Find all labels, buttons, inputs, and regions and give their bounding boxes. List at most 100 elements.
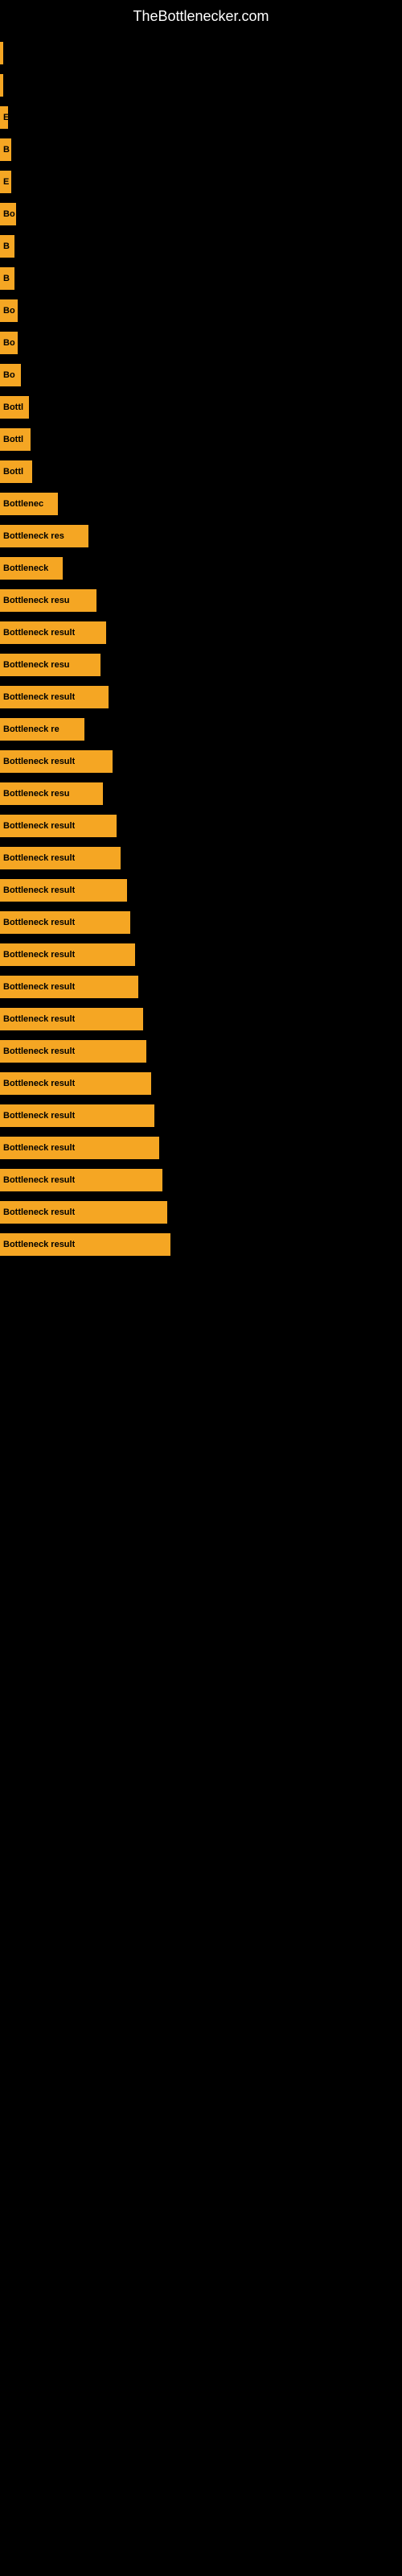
bar-label: Bottleneck re (3, 724, 59, 734)
bar-row: Bottleneck resu (0, 584, 402, 617)
bar-label: E (3, 113, 8, 122)
bar-row: B (0, 262, 402, 295)
bar-label: Bo (3, 306, 15, 316)
bar-row: Bottleneck result (0, 1132, 402, 1164)
bar-item: Bottleneck result (0, 1072, 151, 1095)
bar-label: Bottl (3, 467, 23, 477)
bar-label: Bottleneck result (3, 1208, 75, 1217)
bar-item: Bottleneck result (0, 847, 121, 869)
bar-item: Bo (0, 332, 18, 354)
bar-label: Bottleneck resu (3, 660, 70, 670)
bar-label: Bottleneck result (3, 757, 75, 766)
bar-row: Bottleneck result (0, 1196, 402, 1228)
bar-label: Bottleneck result (3, 1143, 75, 1153)
bar-row: Bottleneck result (0, 1003, 402, 1035)
bar-row: Bottleneck resu (0, 649, 402, 681)
bar-row: E (0, 101, 402, 134)
bar-item: B (0, 138, 11, 161)
bar-label: Bottl (3, 402, 23, 412)
bar-row: Bottleneck result (0, 681, 402, 713)
bar-row: Bottleneck result (0, 1100, 402, 1132)
bar-item: Bottleneck result (0, 1169, 162, 1191)
bar-row: Bottlenec (0, 488, 402, 520)
bar-row: Bottleneck result (0, 1228, 402, 1261)
bar-label: Bottleneck resu (3, 596, 70, 605)
bar-label: Bottleneck result (3, 1046, 75, 1056)
bar-item: Bottleneck (0, 557, 63, 580)
bar-label: Bottleneck result (3, 1079, 75, 1088)
bar-label: Bottleneck result (3, 853, 75, 863)
bar-item: Bottlenec (0, 493, 58, 515)
bar-row: Bottleneck result (0, 971, 402, 1003)
bar-label: Bottleneck result (3, 692, 75, 702)
bar-item: Bottleneck result (0, 750, 113, 773)
bar-item (0, 74, 3, 97)
site-title: TheBottlenecker.com (0, 0, 402, 29)
bar-row: Bottl (0, 391, 402, 423)
bar-row: Bottleneck result (0, 617, 402, 649)
bar-label: Bottleneck result (3, 918, 75, 927)
bar-item: Bottleneck result (0, 879, 127, 902)
bar-label: Bottleneck result (3, 886, 75, 895)
bar-item: Bottleneck re (0, 718, 84, 741)
bar-item: Bo (0, 299, 18, 322)
bar-item: Bottleneck result (0, 911, 130, 934)
bar-label: Bottlenec (3, 499, 43, 509)
bar-item: Bottleneck result (0, 976, 138, 998)
bar-row: Bottleneck result (0, 745, 402, 778)
bar-label: Bottleneck (3, 564, 48, 573)
bar-item: Bottleneck result (0, 1201, 167, 1224)
bar-row: Bo (0, 295, 402, 327)
bar-row (0, 37, 402, 69)
bar-label: Bottleneck result (3, 950, 75, 960)
bar-row: Bottleneck result (0, 906, 402, 939)
bar-item: Bottl (0, 460, 32, 483)
bar-label: Bottleneck result (3, 1175, 75, 1185)
bar-row: Bottleneck result (0, 1164, 402, 1196)
bar-row: Bottl (0, 456, 402, 488)
bar-label: B (3, 145, 10, 155)
bar-label: Bo (3, 209, 15, 219)
bar-item: Bottleneck resu (0, 589, 96, 612)
bar-item: Bottl (0, 396, 29, 419)
bar-label: Bottleneck result (3, 1240, 75, 1249)
bar-label: B (3, 274, 10, 283)
bar-row: E (0, 166, 402, 198)
bar-item: Bo (0, 364, 21, 386)
bar-item: Bottleneck result (0, 1104, 154, 1127)
bar-row: Bottleneck res (0, 520, 402, 552)
bar-label: Bottleneck result (3, 1014, 75, 1024)
bar-label: Bottleneck result (3, 628, 75, 638)
bar-label: Bo (3, 338, 15, 348)
bar-item: Bottleneck result (0, 1233, 170, 1256)
bar-row: Bottleneck result (0, 874, 402, 906)
bar-item: Bo (0, 203, 16, 225)
bar-item: Bottleneck result (0, 1137, 159, 1159)
bar-row: Bottleneck (0, 552, 402, 584)
bar-item: Bottleneck result (0, 686, 109, 708)
bar-row: Bottleneck result (0, 842, 402, 874)
bar-row: B (0, 134, 402, 166)
bar-row: Bo (0, 327, 402, 359)
bar-label: Bo (3, 370, 15, 380)
bar-row: Bottleneck result (0, 1067, 402, 1100)
bar-item: B (0, 235, 14, 258)
bar-label: E (3, 177, 9, 187)
bar-item: Bottl (0, 428, 31, 451)
bar-item: Bottleneck resu (0, 782, 103, 805)
bar-label: Bottleneck resu (3, 789, 70, 799)
bar-label: Bottleneck result (3, 821, 75, 831)
bar-label: Bottleneck res (3, 531, 64, 541)
bar-item: E (0, 171, 11, 193)
bar-row: Bottleneck result (0, 939, 402, 971)
bar-row: Bo (0, 198, 402, 230)
bar-item: Bottleneck res (0, 525, 88, 547)
bar-label: Bottl (3, 435, 23, 444)
bar-item: Bottleneck result (0, 1008, 143, 1030)
bar-row: Bottleneck resu (0, 778, 402, 810)
bar-item: Bottleneck resu (0, 654, 100, 676)
bar-item: Bottleneck result (0, 943, 135, 966)
bar-label: B (3, 242, 10, 251)
bar-row: B (0, 230, 402, 262)
bar-row: Bottl (0, 423, 402, 456)
